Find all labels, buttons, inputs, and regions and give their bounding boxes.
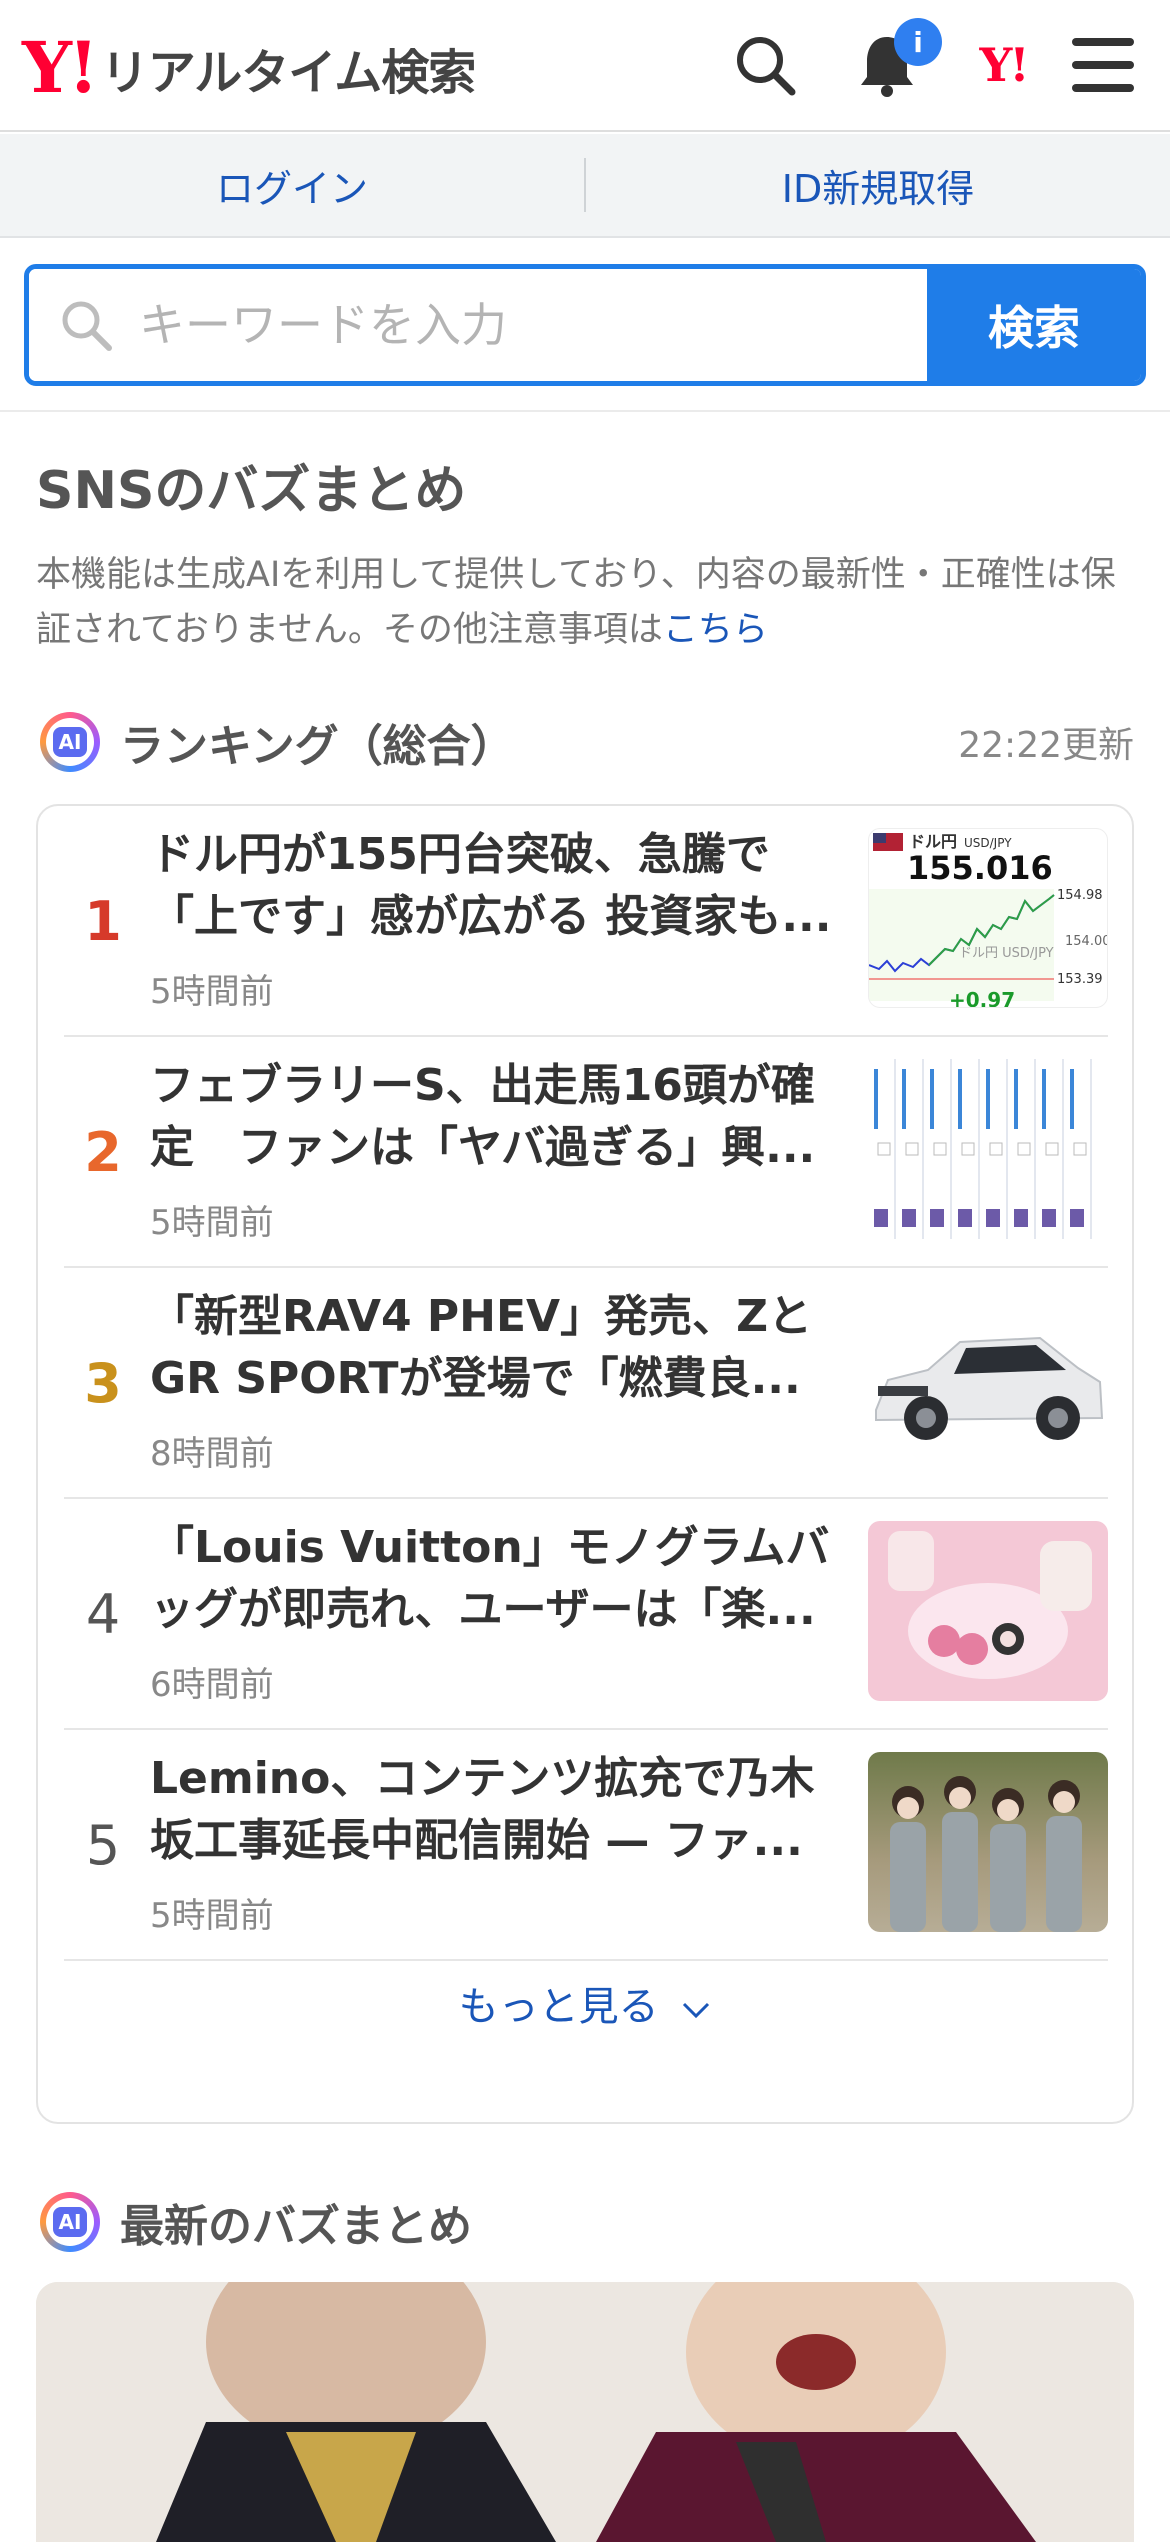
ai-disclaimer: 本機能は生成AIを利用して提供しており、内容の最新性・正確性は保証されておりませ… (36, 548, 1146, 658)
ranking-item-title: 「新型RAV4 PHEV」発売、Zと GR SPORTが登場で「燃費良... (150, 1291, 813, 1404)
group-photo-thumbnail (868, 1752, 1108, 1932)
latest-buzz-hero-image[interactable] (36, 2282, 1134, 2542)
search-form: 検索 (24, 264, 1146, 386)
usdjpy-chart-thumbnail: ドル円 USD/JPY 155.016 154.98 154.00 153.39… (868, 828, 1108, 1008)
ranking-item-title: フェブラリーS、出走馬16頭が確定 ファンは「ヤバ過ぎる」興... (150, 1060, 816, 1173)
yahoo-icon-text: Y! (979, 38, 1029, 92)
auth-bar: ログイン ID新規取得 (0, 134, 1170, 238)
chart-pair-code: USD/JPY (964, 836, 1012, 850)
ranking-item-title: 「Louis Vuitton」モノグラムバッグが即売れ、ユーザーは「楽... (150, 1522, 830, 1635)
chart-price: 155.016 (907, 849, 1053, 887)
ranking-card: 1 ドル円が155円台突破、急騰で「上です」感が広がる 投資家も... 5時間前… (36, 804, 1134, 2124)
disclaimer-text: 本機能は生成AIを利用して提供しており、内容の最新性・正確性は保証されておりませ… (36, 555, 1116, 650)
pink-tableware-thumbnail (868, 1521, 1108, 1701)
updated-time: 22:22更新 (958, 725, 1134, 766)
search-input[interactable] (137, 297, 837, 353)
ai-icon-label: AI (52, 2207, 88, 2237)
ranking-item-time: 5時間前 (150, 972, 274, 1012)
ranking-item-time: 5時間前 (150, 1203, 274, 1243)
sns-buzz-title: SNSのバズまとめ (36, 461, 467, 521)
chart-change: +0.97 (949, 988, 1015, 1008)
ai-icon-label: AI (52, 727, 88, 757)
rank-number: 3 (84, 1352, 122, 1415)
latest-buzz-title: 最新のバズまとめ (120, 2201, 472, 2252)
ranking-heading: AI ランキング（総合） (40, 710, 515, 774)
race-entry-thumbnail (868, 1059, 1108, 1239)
chart-level-low: 153.39 (1057, 972, 1103, 987)
ranking-item-title: Lemino、コンテンツ拡充で乃木坂工事延長中配信開始 — ファ... (150, 1753, 815, 1866)
chart-level-high: 154.98 (1057, 888, 1103, 903)
rank-number: 4 (85, 1583, 121, 1646)
notification-badge: i (894, 18, 942, 66)
section-divider (0, 410, 1170, 412)
yahoo-top-icon[interactable]: Y! (968, 30, 1038, 100)
ai-icon: AI (40, 712, 100, 772)
show-more-label: もっと見る (458, 1984, 659, 2030)
ranking-item-time: 5時間前 (150, 1896, 274, 1936)
ranking-title: ランキング（総合） (120, 721, 515, 772)
ranking-item-4[interactable]: 4 「Louis Vuitton」モノグラムバッグが即売れ、ユーザーは「楽...… (64, 1499, 1108, 1730)
ranking-item-5[interactable]: 5 Lemino、コンテンツ拡充で乃木坂工事延長中配信開始 — ファ... 5時… (64, 1730, 1108, 1961)
app-header: Y! リアルタイム検索 i Y! (0, 0, 1170, 132)
ranking-item-1[interactable]: 1 ドル円が155円台突破、急騰で「上です」感が広がる 投資家も... 5時間前… (64, 806, 1108, 1037)
search-field-icon (62, 301, 112, 351)
yahoo-logo-mark: Y! (22, 26, 99, 109)
chevron-down-icon (683, 2002, 710, 2019)
ai-icon: AI (40, 2192, 100, 2252)
rank-number: 5 (85, 1814, 121, 1877)
menu-icon[interactable] (1068, 30, 1138, 100)
login-link[interactable]: ログイン (0, 134, 584, 236)
ranking-item-2[interactable]: 2 フェブラリーS、出走馬16頭が確定 ファンは「ヤバ過ぎる」興... 5時間前 (64, 1037, 1108, 1268)
ranking-item-3[interactable]: 3 「新型RAV4 PHEV」発売、Zと GR SPORTが登場で「燃費良...… (64, 1268, 1108, 1499)
suv-car-thumbnail (868, 1290, 1108, 1470)
notification-bell-icon[interactable]: i (852, 18, 942, 100)
ranking-item-time: 8時間前 (150, 1434, 274, 1474)
register-link[interactable]: ID新規取得 (586, 134, 1170, 236)
service-name: リアルタイム検索 (100, 45, 477, 101)
latest-buzz-heading: AI 最新のバズまとめ (40, 2190, 472, 2254)
search-icon[interactable] (730, 30, 800, 100)
search-field[interactable] (29, 269, 927, 381)
rank-number: 1 (84, 890, 122, 953)
show-more-button[interactable]: もっと見る (38, 1974, 1132, 2032)
site-logo[interactable]: Y! リアルタイム検索 (22, 26, 477, 109)
ranking-item-time: 6時間前 (150, 1665, 274, 1705)
chart-watermark: ドル円 USD/JPY (959, 946, 1054, 961)
ranking-item-title: ドル円が155円台突破、急騰で「上です」感が広がる 投資家も... (150, 829, 832, 942)
search-button[interactable]: 検索 (927, 269, 1141, 381)
chart-level-mid: 154.00 (1065, 934, 1108, 949)
disclaimer-link[interactable]: こちら (663, 610, 768, 650)
rank-number: 2 (84, 1121, 122, 1184)
